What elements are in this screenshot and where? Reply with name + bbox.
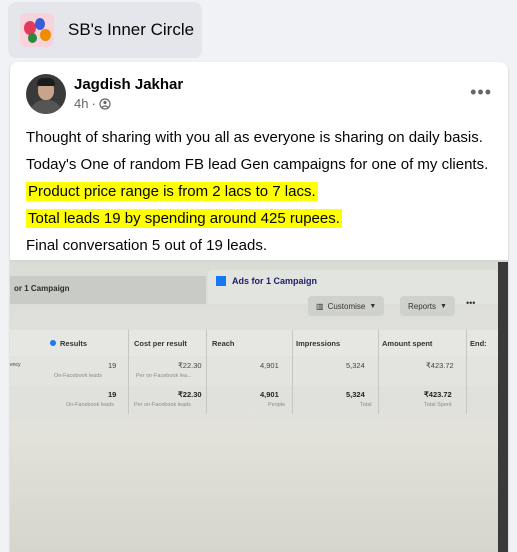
author-avatar[interactable] [26,74,66,114]
post-meta: 4h · [74,96,111,111]
col-ends: End: [470,339,487,348]
ads-manager-photo: or 1 Campaign Ads for 1 Campaign ▥ Custo… [10,262,508,552]
author-name[interactable]: Jagdish Jakhar [74,76,183,93]
ads-tab-icon [216,276,226,286]
more-options-icon[interactable]: ••• [470,82,492,103]
monitor-bezel [498,262,508,552]
post-photo[interactable]: or 1 Campaign Ads for 1 Campaign ▥ Custo… [10,260,508,552]
group-avatar[interactable] [20,13,54,47]
col-cost: Cost per result [134,339,187,348]
post-line: Final conversation 5 out of 19 leads. [26,237,267,254]
campaign-tab: or 1 Campaign [10,276,206,304]
group-header[interactable]: SB's Inner Circle [8,2,202,58]
post-card: Jagdish Jakhar 4h · ••• Thought of shari… [10,62,508,552]
table-row: ency 19 On-Facebook leads ₹22.30 Per on-… [10,358,508,384]
col-reach: Reach [212,339,235,348]
post-line-highlighted: Total leads 19 by spending around 425 ru… [26,209,342,228]
post-line: Today's One of random FB lead Gen campai… [26,156,489,173]
members-privacy-icon[interactable] [99,97,111,110]
caret-down-icon: ▼ [440,302,447,310]
col-results: Results [50,339,87,348]
post-line: Thought of sharing with you all as every… [26,129,483,146]
caret-down-icon: ▼ [369,302,377,310]
post-time[interactable]: 4h [74,96,88,111]
post-line-highlighted: Product price range is from 2 lacs to 7 … [26,182,318,201]
table-header: Results Cost per result Reach Impression… [10,330,508,356]
group-name[interactable]: SB's Inner Circle [68,20,194,40]
table-row-total: 19 On-Facebook leads ₹22.30 Per on-Faceb… [10,386,508,414]
meta-separator: · [91,96,96,111]
columns-icon: ▥ [316,301,324,311]
customise-button: ▥ Customise ▼ [308,296,385,316]
col-impressions: Impressions [296,339,341,348]
reports-button: Reports ▼ [400,296,455,316]
post-body: Thought of sharing with you all as every… [26,124,496,259]
table-more-icon: ••• [466,298,476,308]
col-amount: Amount spent [382,339,433,348]
